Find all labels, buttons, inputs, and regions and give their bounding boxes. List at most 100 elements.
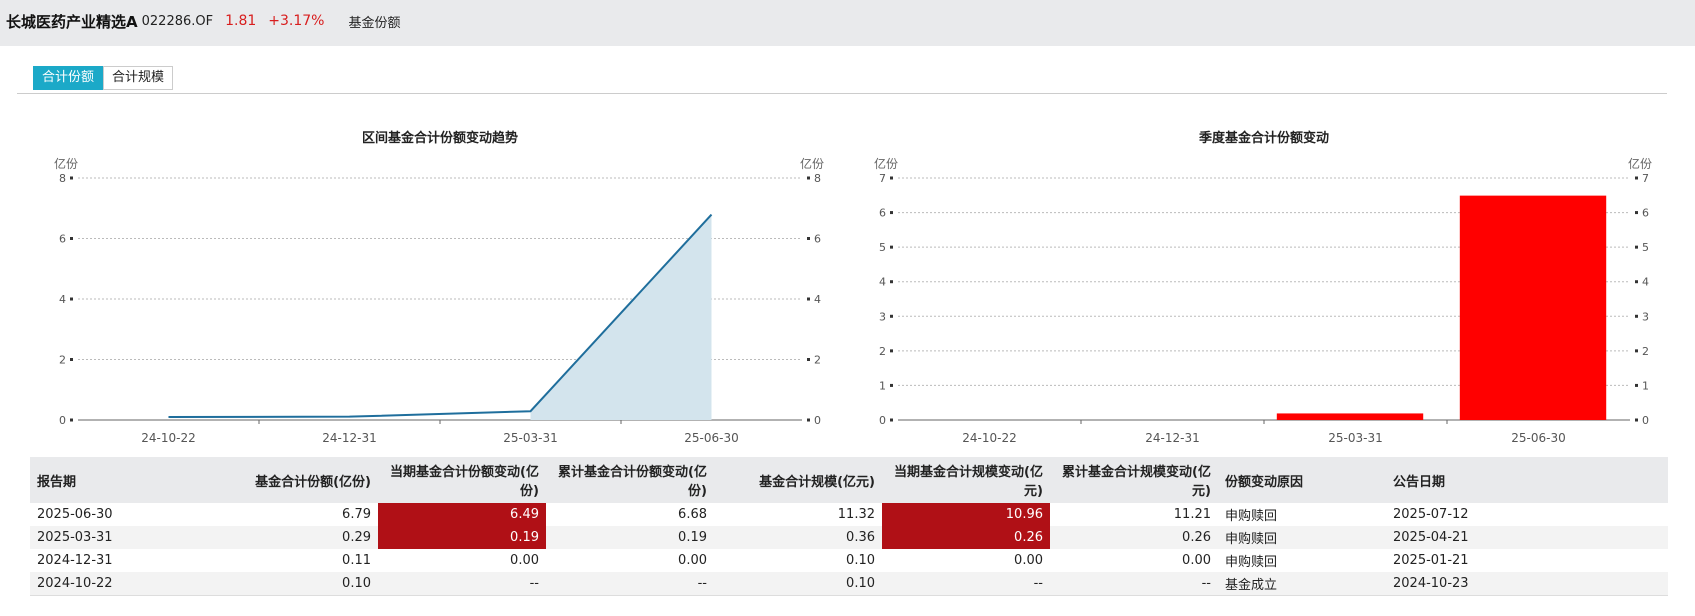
- y-tick-label-right: 2: [814, 354, 821, 367]
- cell-period-scale-change: 0.26: [882, 526, 1050, 549]
- y-tick-label-left: 0: [879, 414, 886, 427]
- y-tick-mark: [890, 211, 893, 215]
- y-tick-mark: [70, 297, 73, 301]
- y-tick-label-right: 6: [1642, 207, 1649, 220]
- y-tick-label-right: 6: [814, 233, 821, 246]
- cell-scale: 0.10: [714, 572, 882, 596]
- cell-period: 2025-03-31: [30, 526, 210, 549]
- col-header-shares: 基金合计份额(亿份): [210, 457, 378, 503]
- y-tick-label-right: 0: [1642, 414, 1649, 427]
- y-tick-label-left: 6: [59, 233, 66, 246]
- cell-period-share-change: 0.00: [510, 553, 539, 568]
- cell-announce-date: 2025-04-21: [1386, 526, 1668, 549]
- y-tick-mark: [890, 383, 893, 387]
- y-tick-mark: [807, 358, 810, 361]
- cell-period: 2025-06-30: [37, 507, 113, 522]
- y-tick-mark: [890, 349, 893, 353]
- cell-period-scale-change: 10.96: [882, 503, 1050, 526]
- cell-reason: 申购赎回: [1225, 555, 1278, 570]
- y-tick-mark: [1635, 245, 1638, 249]
- y-tick-label-left: 2: [59, 354, 66, 367]
- x-tick-label: 25-03-31: [503, 431, 557, 445]
- y-tick-label-right: 4: [1642, 276, 1649, 289]
- bar: [1459, 195, 1607, 420]
- header-bar: 长城医药产业精选A 022286.OF 1.81 +3.17% 基金份额: [0, 0, 1695, 42]
- col-header-cum-scale-change: 累计基金合计规模变动(亿元): [1050, 457, 1218, 503]
- cell-cum-share-change: --: [546, 572, 714, 596]
- y-tick-mark: [890, 418, 893, 422]
- y-tick-mark: [1635, 176, 1638, 180]
- x-tick-label: 24-12-31: [1145, 431, 1199, 445]
- cell-cum-share-change: 0.19: [546, 526, 714, 549]
- y-tick-label-left: 2: [879, 345, 886, 358]
- cell-period-share-change: 0.19: [378, 526, 546, 549]
- y-tick-label-left: 4: [59, 293, 66, 306]
- cell-period-scale-change: 0.00: [1014, 553, 1043, 568]
- cell-cum-share-change: 0.00: [678, 553, 707, 568]
- content-panel: 合计份额 合计规模 区间基金合计份额变动趋势 亿份 亿份 0 0 2 2 4 4 6 6 8 8 24-1…: [0, 46, 1695, 616]
- y-tick-mark: [807, 418, 810, 422]
- x-tick-label: 24-10-22: [141, 431, 195, 445]
- cell-cum-scale-change: --: [1050, 572, 1218, 596]
- cell-reason: 申购赎回: [1225, 509, 1278, 524]
- cell-scale: 0.10: [846, 553, 875, 568]
- y-tick-label-left: 5: [879, 241, 886, 254]
- col-header-announce-date: 公告日期: [1386, 457, 1668, 503]
- x-tick-label: 24-12-31: [322, 431, 376, 445]
- cell-period: 2024-12-31: [37, 553, 113, 568]
- y-tick-mark: [1635, 280, 1638, 284]
- y-axis-unit-left: 亿份: [874, 156, 898, 171]
- y-tick-label-left: 7: [879, 172, 886, 185]
- table-row: 2024-12-31 0.11 0.00 0.00 0.10 0.00 0.00…: [30, 549, 1668, 572]
- x-tick-label: 25-03-31: [1328, 431, 1382, 445]
- y-tick-label-right: 3: [1642, 310, 1649, 323]
- cell-announce-date: 2025-07-12: [1393, 507, 1469, 522]
- cell-announce-date: 2025-01-21: [1393, 553, 1469, 568]
- col-header-scale: 基金合计规模(亿元): [714, 457, 882, 503]
- fund-price: 1.81: [225, 13, 257, 29]
- x-tick-label: 25-06-30: [1511, 431, 1565, 445]
- y-axis-unit-right: 亿份: [800, 156, 824, 171]
- cell-cum-scale-change: 0.00: [1182, 553, 1211, 568]
- table-row: 2025-03-31 0.29 0.19 0.19 0.36 0.26 0.26…: [30, 526, 1668, 549]
- col-header-period-scale-change: 当期基金合计规模变动(亿元): [882, 457, 1050, 503]
- y-axis-unit-left: 亿份: [54, 156, 78, 171]
- x-tick-label: 25-06-30: [684, 431, 738, 445]
- y-tick-mark: [70, 358, 73, 361]
- col-header-cum-share-change: 累计基金合计份额变动(亿份): [546, 457, 714, 503]
- cell-shares: 0.11: [342, 553, 371, 568]
- y-tick-mark: [807, 237, 810, 240]
- y-tick-mark: [1635, 418, 1638, 422]
- y-tick-label-right: 5: [1642, 241, 1649, 254]
- table-row: 2024-10-22 0.10 -- -- 0.10 -- -- 基金成立 20…: [30, 572, 1668, 596]
- y-tick-label-left: 1: [879, 379, 886, 392]
- section-title: 基金份额: [348, 15, 401, 31]
- charts-area: 区间基金合计份额变动趋势亿份 亿份 0 0 2 2 4 4 6 6 8 8 24-10-22 24-12-…: [54, 130, 1652, 445]
- bar: [1276, 413, 1424, 420]
- y-axis-unit-right: 亿份: [1628, 156, 1652, 171]
- cell-cum-scale-change: 0.26: [1050, 526, 1218, 549]
- y-tick-label-right: 1: [1642, 379, 1649, 392]
- fund-code: 022286.OF: [141, 13, 214, 29]
- y-tick-label-right: 0: [814, 414, 821, 427]
- table-row: 2025-06-30 6.79 6.49 6.68 11.32 10.96 11…: [30, 503, 1668, 526]
- fund-change-pct: +3.17%: [268, 13, 325, 29]
- fund-name: 长城医药产业精选A: [6, 12, 138, 31]
- y-tick-label-right: 7: [1642, 172, 1649, 185]
- cell-shares: 6.79: [342, 507, 371, 522]
- y-tick-mark: [1635, 211, 1638, 215]
- table-header-row: 报告期 基金合计份额(亿份) 当期基金合计份额变动(亿份) 累计基金合计份额变动…: [30, 457, 1668, 503]
- cell-period: 2024-10-22: [30, 572, 210, 596]
- y-tick-label-right: 8: [814, 172, 821, 185]
- y-tick-label-left: 0: [59, 414, 66, 427]
- cell-shares: 0.10: [210, 572, 378, 596]
- cell-reason: 申购赎回: [1218, 526, 1386, 549]
- cell-period-share-change: --: [378, 572, 546, 596]
- chart-title: 区间基金合计份额变动趋势: [362, 130, 518, 146]
- y-tick-label-left: 6: [879, 207, 886, 220]
- y-tick-mark: [1635, 383, 1638, 387]
- cell-period-scale-change: --: [882, 572, 1050, 596]
- y-tick-mark: [70, 237, 73, 240]
- chart-title: 季度基金合计份额变动: [1198, 130, 1329, 146]
- cell-cum-share-change: 6.68: [678, 507, 707, 522]
